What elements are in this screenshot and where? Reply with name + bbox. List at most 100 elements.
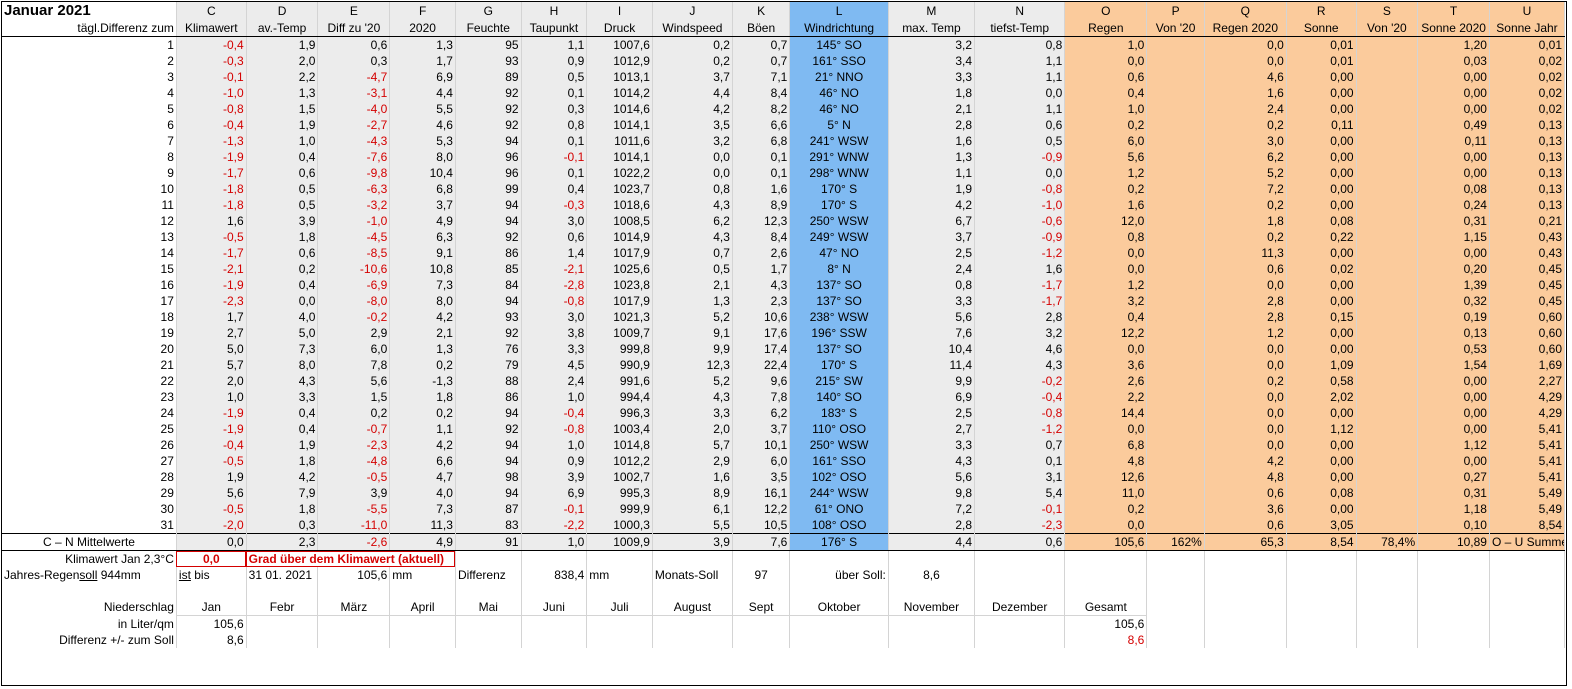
table-cell[interactable]: 1,8: [1204, 213, 1287, 229]
table-cell[interactable]: 2,8: [888, 117, 976, 133]
column-header[interactable]: Windrichtung: [789, 20, 889, 37]
table-cell[interactable]: -1,9: [176, 277, 247, 293]
table-cell[interactable]: 3,2: [974, 325, 1066, 341]
table-cell[interactable]: 8° N: [789, 261, 889, 277]
table-cell[interactable]: 1,9: [888, 181, 976, 197]
table-cell[interactable]: -5,5: [317, 501, 391, 517]
column-letter-p[interactable]: P: [1146, 2, 1205, 20]
table-cell[interactable]: 1,15: [1417, 229, 1490, 245]
table-cell[interactable]: 9,1: [652, 325, 733, 341]
table-cell[interactable]: 12,0: [1064, 213, 1148, 229]
table-cell[interactable]: 1014,9: [586, 229, 653, 245]
column-letter-n[interactable]: N: [974, 2, 1066, 20]
table-cell[interactable]: 0,27: [1417, 469, 1490, 485]
table-cell[interactable]: -2,0: [176, 517, 247, 534]
table-cell[interactable]: 161° SSO: [789, 453, 889, 469]
table-cell[interactable]: 2,2: [246, 69, 319, 85]
table-cell[interactable]: 1,1: [888, 165, 976, 181]
table-cell[interactable]: -0,8: [521, 293, 588, 309]
row-number[interactable]: 19: [2, 325, 177, 341]
table-cell[interactable]: 0,6: [246, 245, 319, 261]
table-cell[interactable]: 8,9: [652, 485, 733, 501]
table-cell[interactable]: 12,2: [1064, 325, 1148, 341]
table-cell[interactable]: 4,29: [1489, 389, 1566, 405]
mean-cell[interactable]: 91: [455, 533, 522, 551]
table-cell[interactable]: -2,3: [974, 517, 1066, 534]
table-cell[interactable]: 10,5: [732, 517, 791, 534]
table-cell[interactable]: 7,2: [888, 501, 976, 517]
liter-gesamt[interactable]: 105,6: [1064, 615, 1148, 632]
table-cell[interactable]: 10,1: [732, 437, 791, 453]
table-cell[interactable]: 0,00: [1286, 85, 1357, 101]
table-cell[interactable]: 0,1: [732, 149, 791, 165]
table-cell[interactable]: [1356, 453, 1419, 469]
column-header[interactable]: Sonne: [1286, 20, 1357, 37]
table-cell[interactable]: 4,29: [1489, 405, 1566, 421]
table-cell[interactable]: 4,6: [1204, 69, 1287, 85]
table-cell[interactable]: -0,1: [521, 501, 588, 517]
table-cell[interactable]: -0,1: [176, 69, 247, 85]
column-letter-r[interactable]: R: [1286, 2, 1357, 20]
table-cell[interactable]: [1146, 293, 1205, 309]
table-cell[interactable]: -4,5: [317, 229, 391, 245]
empty-cell[interactable]: [317, 632, 391, 648]
row-number[interactable]: 30: [2, 501, 177, 517]
table-cell[interactable]: 86: [455, 245, 522, 261]
table-cell[interactable]: 0,13: [1489, 117, 1566, 133]
empty-cell[interactable]: [732, 632, 791, 648]
table-cell[interactable]: [1146, 165, 1205, 181]
table-cell[interactable]: [1356, 261, 1419, 277]
column-letter-e[interactable]: E: [317, 2, 391, 20]
table-cell[interactable]: 6,8: [389, 181, 456, 197]
table-cell[interactable]: 1,3: [389, 341, 456, 357]
table-cell[interactable]: [1146, 277, 1205, 293]
column-header[interactable]: 2020: [389, 20, 456, 37]
mean-cell[interactable]: 3,9: [652, 533, 733, 551]
table-cell[interactable]: -1,7: [176, 245, 247, 261]
table-cell[interactable]: 3,0: [1204, 133, 1287, 149]
table-cell[interactable]: 5,49: [1489, 501, 1566, 517]
table-cell[interactable]: 0,00: [1417, 245, 1490, 261]
column-letter-q[interactable]: Q: [1204, 2, 1287, 20]
table-cell[interactable]: [1146, 421, 1205, 437]
table-cell[interactable]: 0,01: [1489, 36, 1566, 53]
table-cell[interactable]: 0,6: [246, 165, 319, 181]
table-cell[interactable]: 9,9: [888, 373, 976, 389]
table-cell[interactable]: 2,6: [1064, 373, 1148, 389]
table-cell[interactable]: 0,02: [1489, 69, 1566, 85]
table-cell[interactable]: 0,13: [1489, 133, 1566, 149]
table-cell[interactable]: 1,18: [1417, 501, 1490, 517]
table-cell[interactable]: 4,3: [652, 197, 733, 213]
table-cell[interactable]: 92: [455, 325, 522, 341]
table-cell[interactable]: -2,3: [317, 437, 391, 453]
table-cell[interactable]: 8,4: [732, 229, 791, 245]
table-cell[interactable]: 0,00: [1286, 501, 1357, 517]
table-cell[interactable]: 0,22: [1286, 229, 1357, 245]
table-cell[interactable]: 3,9: [246, 213, 319, 229]
row-number[interactable]: 7: [2, 133, 177, 149]
table-cell[interactable]: 0,0: [652, 149, 733, 165]
table-cell[interactable]: 4,2: [652, 101, 733, 117]
table-cell[interactable]: 6,1: [652, 501, 733, 517]
table-cell[interactable]: [1356, 229, 1419, 245]
row-number[interactable]: 20: [2, 341, 177, 357]
table-cell[interactable]: -6,9: [317, 277, 391, 293]
table-cell[interactable]: 4,4: [652, 85, 733, 101]
row-number[interactable]: 5: [2, 101, 177, 117]
row-number[interactable]: 18: [2, 309, 177, 325]
table-cell[interactable]: [1146, 453, 1205, 469]
table-cell[interactable]: 10,8: [389, 261, 456, 277]
table-cell[interactable]: 0,4: [246, 405, 319, 421]
table-cell[interactable]: 21° NNO: [789, 69, 889, 85]
table-cell[interactable]: [1146, 469, 1205, 485]
table-cell[interactable]: 4,3: [732, 277, 791, 293]
table-cell[interactable]: [1356, 133, 1419, 149]
table-cell[interactable]: 1,0: [176, 389, 247, 405]
column-header[interactable]: av.-Temp: [246, 20, 319, 37]
table-cell[interactable]: -0,5: [317, 469, 391, 485]
table-cell[interactable]: 0,2: [317, 405, 391, 421]
table-cell[interactable]: [1146, 389, 1205, 405]
table-cell[interactable]: 1,3: [389, 36, 456, 53]
table-cell[interactable]: 12,3: [652, 357, 733, 373]
table-cell[interactable]: 0,60: [1489, 325, 1566, 341]
